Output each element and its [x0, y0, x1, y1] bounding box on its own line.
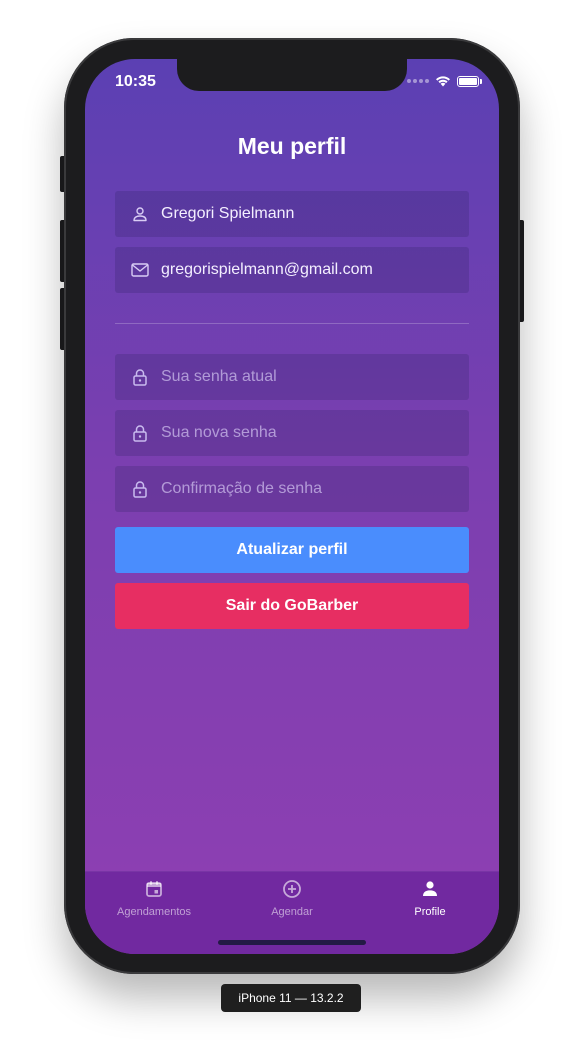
notch: [177, 59, 407, 91]
old-password-field[interactable]: Sua senha atual: [115, 354, 469, 400]
old-password-input[interactable]: Sua senha atual: [161, 368, 277, 386]
section-divider: [115, 323, 469, 324]
device-label: iPhone 11 — 13.2.2: [221, 984, 361, 1012]
mail-icon: [131, 261, 149, 279]
name-input[interactable]: Gregori Spielmann: [161, 205, 294, 223]
person-icon: [421, 878, 439, 900]
new-password-input[interactable]: Sua nova senha: [161, 424, 277, 442]
status-time: 10:35: [115, 73, 156, 90]
name-field[interactable]: Gregori Spielmann: [115, 191, 469, 237]
tab-label: Agendamentos: [117, 906, 191, 918]
email-input[interactable]: gregorispielmann@gmail.com: [161, 261, 373, 279]
tab-label: Profile: [414, 906, 446, 918]
status-indicators: [407, 75, 482, 87]
simulator-stage: 10:35 Meu perfil Gregori Spielmann grego…: [0, 0, 584, 1048]
user-icon: [131, 205, 149, 223]
lock-icon: [131, 424, 149, 442]
calendar-icon: [145, 878, 163, 900]
tab-agendamentos[interactable]: Agendamentos: [85, 878, 223, 918]
page-title: Meu perfil: [237, 133, 347, 159]
new-password-field[interactable]: Sua nova senha: [115, 410, 469, 456]
phone-screen: 10:35 Meu perfil Gregori Spielmann grego…: [85, 59, 499, 954]
battery-icon: [457, 75, 482, 87]
cellular-signal-icon: [407, 79, 429, 83]
home-indicator[interactable]: [218, 940, 366, 945]
tab-agendar[interactable]: Agendar: [223, 878, 361, 918]
tab-label: Agendar: [271, 906, 313, 918]
signout-button[interactable]: Sair do GoBarber: [115, 583, 469, 629]
update-profile-button[interactable]: Atualizar perfil: [115, 527, 469, 573]
email-field[interactable]: gregorispielmann@gmail.com: [115, 247, 469, 293]
lock-icon: [131, 480, 149, 498]
confirm-password-field[interactable]: Confirmação de senha: [115, 466, 469, 512]
tab-profile[interactable]: Profile: [361, 878, 499, 918]
add-circle-icon: [282, 878, 302, 900]
lock-icon: [131, 368, 149, 386]
wifi-icon: [436, 76, 450, 87]
confirm-password-input[interactable]: Confirmação de senha: [161, 480, 322, 498]
